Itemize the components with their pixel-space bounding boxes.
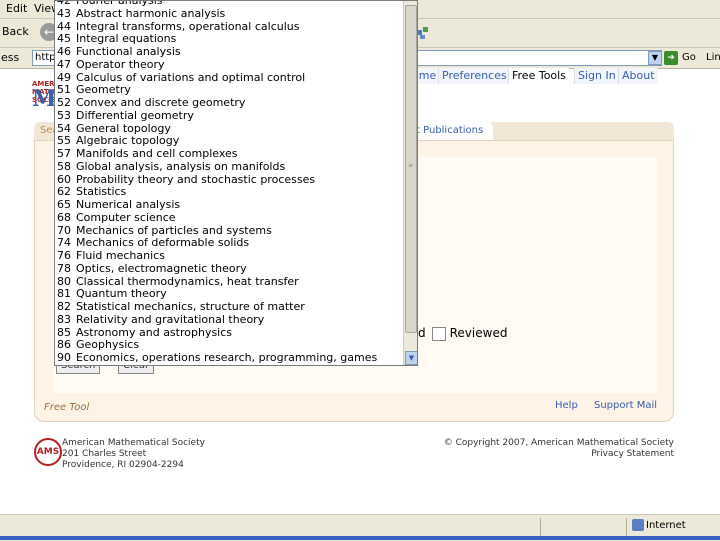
option-code: 78 xyxy=(57,261,71,275)
status-divider xyxy=(626,518,627,536)
free-tool-label: Free Tool xyxy=(44,402,90,413)
option-label: Convex and discrete geometry xyxy=(76,96,246,109)
option-label: Geophysics xyxy=(76,338,140,352)
help-link[interactable]: Help xyxy=(555,400,578,411)
reviewed-field: d Reviewed xyxy=(418,326,507,341)
option-label: Integral transforms, operational calculu… xyxy=(76,19,300,33)
privacy-link[interactable]: Privacy Statement xyxy=(444,449,674,460)
scrollbar-thumb[interactable]: ≡ xyxy=(405,5,417,333)
option-code: 43 xyxy=(57,6,71,20)
option-label: Quantum theory xyxy=(76,287,167,301)
society-city: Providence, RI 02904-2294 xyxy=(62,460,184,470)
back-button[interactable]: Back xyxy=(2,25,29,38)
society-street: 201 Charles Street xyxy=(62,449,147,459)
option-label: Differential geometry xyxy=(76,108,194,122)
subject-dropdown-list[interactable]: 42 Fourier analysis 43 Abstract harmonic an… xyxy=(54,0,418,366)
links-button[interactable]: Links xyxy=(706,52,720,63)
option-label: Operator theory xyxy=(76,57,165,71)
option-code: 47 xyxy=(57,57,71,71)
option-label: Integral equations xyxy=(76,32,177,46)
option-label: Classical thermodynamics, heat transfer xyxy=(76,274,299,288)
society-name: American Mathematical Society xyxy=(62,438,205,448)
ams-logo-icon[interactable]: AMS xyxy=(34,438,62,466)
option-code: 65 xyxy=(57,198,71,211)
copyright-text: © Copyright 2007, American Mathematical … xyxy=(443,438,674,448)
option-code: 83 xyxy=(57,312,71,326)
dropdown-option[interactable]: 90 Economics, operations research, progra… xyxy=(55,351,403,365)
option-code: 90 xyxy=(57,351,71,364)
reviewed-label: Reviewed xyxy=(449,326,508,340)
option-code: 46 xyxy=(57,45,71,58)
nav-preferences[interactable]: Preferences xyxy=(438,68,510,84)
nav-about[interactable]: About xyxy=(618,68,658,84)
option-label: Global analysis, analysis on manifolds xyxy=(76,159,286,173)
status-divider xyxy=(540,518,541,536)
nav-sign-in[interactable]: Sign In xyxy=(574,68,619,84)
option-label: Astronomy and astrophysics xyxy=(76,325,233,339)
tab-publications[interactable]: t Publications xyxy=(406,122,494,140)
copyright-block: © Copyright 2007, American Mathematical … xyxy=(444,438,674,460)
option-label: Numerical analysis xyxy=(76,198,181,211)
support-mail-link[interactable]: Support Mail xyxy=(594,400,657,411)
reviewed-checkbox[interactable] xyxy=(431,326,446,341)
dropdown-scrollbar[interactable]: ≡ ▼ xyxy=(403,1,417,365)
option-label: Mechanics of particles and systems xyxy=(76,223,272,237)
option-code: 76 xyxy=(57,249,71,262)
grip-icon: ≡ xyxy=(408,162,414,169)
option-label: Functional analysis xyxy=(76,45,181,58)
go-button[interactable]: Go xyxy=(682,52,696,63)
menu-edit[interactable]: Edit xyxy=(6,2,27,15)
internet-zone-icon xyxy=(632,519,644,531)
option-code: 53 xyxy=(57,108,71,122)
option-label: Optics, electromagnetic theory xyxy=(76,261,247,275)
option-code: 82 xyxy=(57,300,71,313)
address-dropdown-icon[interactable]: ▼ xyxy=(648,51,662,65)
society-address: American Mathematical Society 201 Charle… xyxy=(62,438,205,471)
dropdown-options: 42 Fourier analysis 43 Abstract harmonic an… xyxy=(55,1,403,365)
option-label: Probability theory and stochastic proces… xyxy=(76,172,316,186)
option-label: Statistics xyxy=(76,185,127,199)
nav-free-tools[interactable]: Free Tools xyxy=(508,68,569,84)
go-arrow-icon[interactable]: ➜ xyxy=(664,51,678,65)
option-label: Geometry xyxy=(76,83,131,97)
option-label: Economics, operations research, programm… xyxy=(76,351,378,364)
option-label: Calculus of variations and optimal contr… xyxy=(76,70,306,84)
option-code: 68 xyxy=(57,210,71,224)
option-label: Algebraic topology xyxy=(76,134,180,148)
taskbar-edge xyxy=(0,536,720,540)
security-zone-label: Internet xyxy=(646,520,686,531)
option-label: Computer science xyxy=(76,210,176,224)
option-label: Relativity and gravitational theory xyxy=(76,312,265,326)
option-label: Abstract harmonic analysis xyxy=(76,6,226,20)
reviewed-prefix: d xyxy=(418,326,426,340)
option-label: Manifolds and cell complexes xyxy=(76,147,238,160)
option-code: 52 xyxy=(57,96,71,109)
option-code: 57 xyxy=(57,147,71,160)
address-label: ess xyxy=(1,51,20,64)
option-label: Statistical mechanics, structure of matt… xyxy=(76,300,305,313)
option-label: General topology xyxy=(76,121,171,135)
option-code: 58 xyxy=(57,159,71,173)
scroll-down-icon[interactable]: ▼ xyxy=(405,351,417,365)
option-label: Fluid mechanics xyxy=(76,249,165,262)
option-label: Mechanics of deformable solids xyxy=(76,236,250,250)
